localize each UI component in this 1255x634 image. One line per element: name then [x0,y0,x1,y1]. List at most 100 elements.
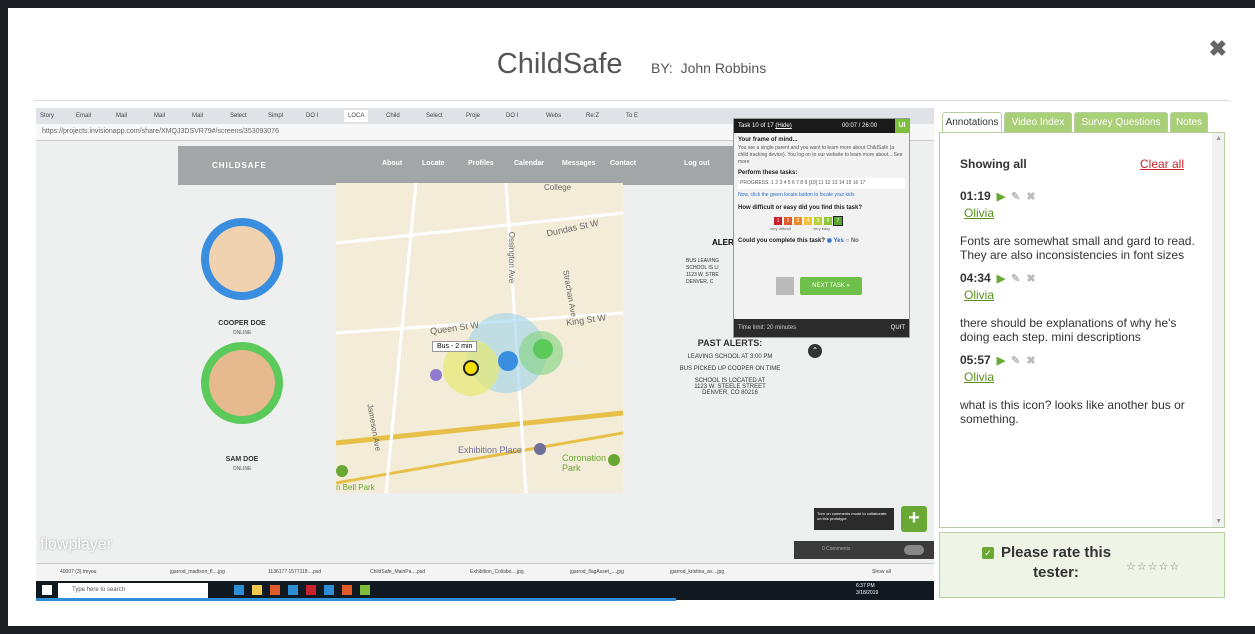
frame-title: Your frame of mind... [738,137,798,143]
video-progress-bar[interactable] [36,598,676,601]
browser-tab: DO I [306,113,319,119]
landmark-label: Coronation Park [562,453,607,473]
street-label: Ossington Ave [507,231,517,284]
rating-option: 6 [824,217,832,225]
site-nav-link: Log out [684,160,710,167]
clock-date: 3/18/2019 [856,590,879,596]
flowplayer-logo: flowplayer [40,536,113,553]
annotation-time[interactable]: 01:19 [960,189,991,203]
play-icon[interactable]: ▶ [997,272,1005,285]
annotation-text: there should be explanations of why he's… [960,316,1177,344]
annotation-time[interactable]: 04:34 [960,271,991,285]
annotation-header: 04:34 ▶ ✎ ✖ [960,271,1200,285]
radio-no-label: No [850,238,859,244]
edge-icon [234,585,244,595]
browser-tab: Webs [546,113,562,119]
annotation-text: Fonts are somewhat small and gard to rea… [960,234,1195,262]
alert-line: DENVER, CO 80216 [702,390,758,396]
rating-high-label: very easy [813,226,831,231]
annotation-user[interactable]: Olivia [964,370,1200,384]
add-annotation-button[interactable]: + [901,506,927,532]
header-divider [34,100,1229,101]
app-icon [342,585,352,595]
comments-toolbar: 0 Comments [794,541,934,559]
download-item: 40007 (3).tmyou [60,569,97,575]
download-item: jgarrod_flagAsset_....jpg [570,569,624,575]
delete-icon[interactable]: ✖ [1026,354,1035,367]
landmark-label: Exhibition Place [458,445,523,455]
landmark-label: n Bell Park [336,483,375,492]
app-icon [306,585,316,595]
play-icon[interactable]: ▶ [997,190,1005,203]
delete-icon[interactable]: ✖ [1026,190,1035,203]
download-item: jgarrod_kristina_av....jpg [670,569,725,575]
pencil-icon[interactable]: ✎ [1011,272,1020,285]
app-icon [324,585,334,595]
rating-option: 2 [784,217,792,225]
star-rating[interactable]: ☆☆☆☆☆ [1126,560,1180,573]
by-label: BY: [651,60,673,76]
browser-tab: Mail [154,113,166,119]
browser-tab: Story [40,113,55,119]
folder-icon [252,585,262,595]
pencil-icon[interactable]: ✎ [1011,190,1020,203]
scroll-up-icon[interactable]: ▲ [1215,135,1222,142]
task-header: Task 10 of 17 (Hide) 00:07 / 26:00 UI [734,119,909,133]
site-navbar: CHILDSAFE About Locate Profiles Calendar… [178,146,734,185]
tab-video-index[interactable]: Video Index [1004,112,1072,133]
annotation-item: 01:19 ▶ ✎ ✖ Olivia Fonts are somewhat sm… [960,189,1200,262]
pencil-icon[interactable]: ✎ [1011,354,1020,367]
delete-icon[interactable]: ✖ [1026,272,1035,285]
rate-tester-panel: ✓ Please rate this tester: ☆☆☆☆☆ [939,532,1225,598]
clock-time: 6:37 PM [856,583,875,589]
scrollbar[interactable]: ▲ ▼ [1212,133,1224,527]
annotation-user[interactable]: Olivia [964,206,1200,220]
progress-text: PROGRESS: 1 2 3 4 5 6 7 8 9 [10] 11 12 1… [738,178,905,189]
play-icon[interactable]: ▶ [997,354,1005,367]
taskbar-clock: 6:37 PM 3/18/2019 [856,583,878,597]
header: ChildSafe BY: John Robbins [8,48,1255,81]
child-avatar-ring [201,218,283,300]
complete-question: Could you complete this task? ◉ Yes ○ No [738,237,905,244]
browser-tab: Child [386,113,400,119]
scroll-top-icon: ⌃ [808,344,822,358]
task-instruction: Now, click the green locate button to lo… [738,192,855,198]
tab-annotations[interactable]: Annotations [942,112,1002,133]
site-nav-link: Contact [610,160,637,167]
download-item: ChildSafe_MainPa....psd [370,569,426,575]
rating-low-label: very difficult [770,226,792,231]
download-item: 1136177 1577118....psd [268,569,322,575]
scroll-down-icon[interactable]: ▼ [1215,518,1222,525]
session-video[interactable]: Story Email Mail Mail Mail Select Simpl … [36,108,934,600]
browser-tab-active: LOCA [344,110,369,122]
alert-line: LEAVING SCHOOL AT 3:00 PM [687,354,773,360]
site-nav-link: About [382,160,403,167]
locate-map[interactable]: Dundas St W Queen St W King St W Ossingt… [336,183,623,493]
app-icon [288,585,298,595]
annotation-time[interactable]: 05:57 [960,353,991,367]
app-icon [360,585,370,595]
tab-notes[interactable]: Notes [1170,112,1208,133]
avatar [209,350,275,416]
browser-tab: Simpl [268,113,284,119]
radio-yes: ◉ Yes [826,238,844,244]
browser-tab: Proje [466,113,481,119]
radio-yes-label: Yes [833,238,844,244]
alert-line: BUS PICKED UP COOPER ON TIME [679,366,781,372]
site-nav-link: Messages [562,160,596,167]
close-icon[interactable]: ✖ [1209,36,1227,62]
author-line: BY: John Robbins [651,60,766,76]
child-status: ONLINE [232,466,252,472]
tab-survey-questions[interactable]: Survey Questions [1074,112,1168,133]
windows-start-icon [42,585,52,595]
annotation-user[interactable]: Olivia [964,288,1200,302]
clear-all-link[interactable]: Clear all [1140,157,1184,171]
site-nav-link: Calendar [514,160,544,167]
site-nav-link: Profiles [468,160,494,167]
street-label: College [544,183,572,192]
annotation-text: what is this icon? looks like another bu… [960,398,1185,426]
rating-option-selected: 7 [833,216,843,226]
rating-scale-labels: very difficult very easy [770,226,909,231]
comments-toggle-label: 0 Comments [822,546,851,552]
rating-option: 3 [794,217,802,225]
